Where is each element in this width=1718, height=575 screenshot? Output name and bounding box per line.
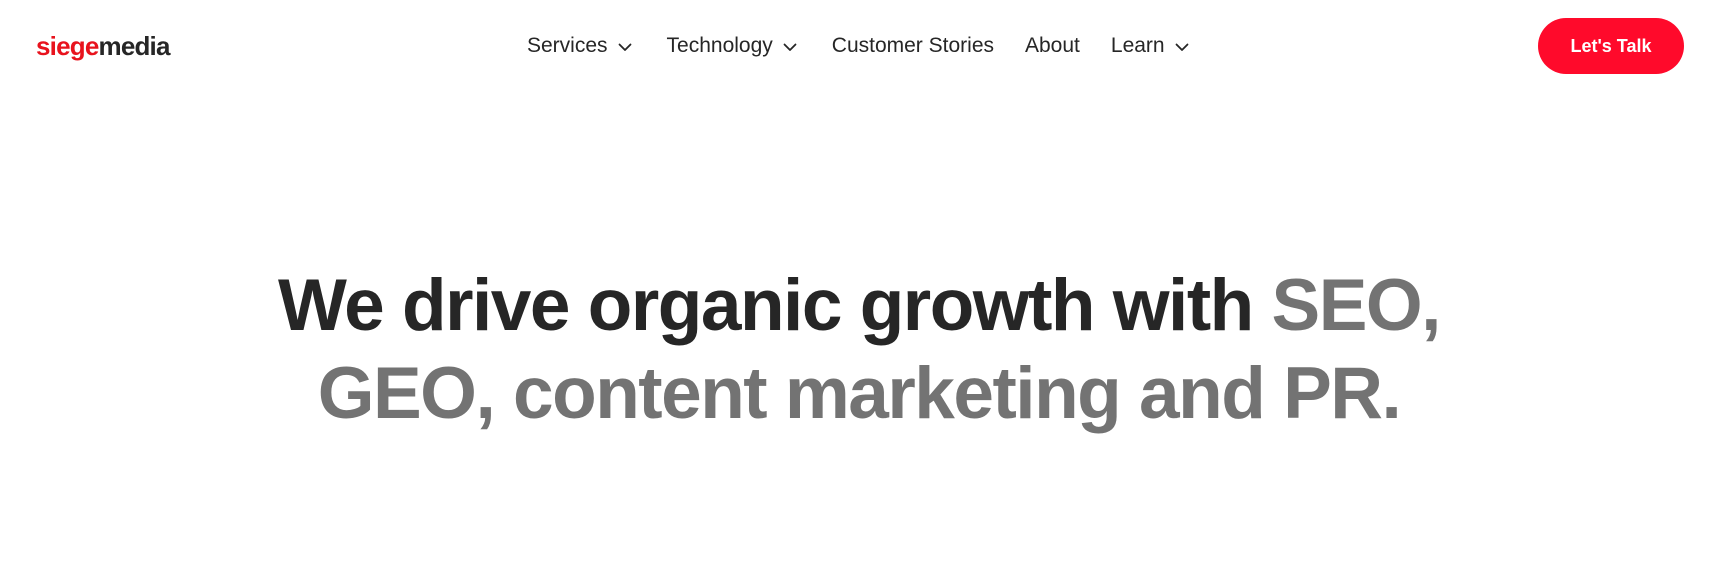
nav-item-learn[interactable]: Learn [1111, 30, 1190, 62]
hero-line-2: GEO, content marketing and PR. [317, 353, 1402, 434]
hero-line-1: We drive organic growth with SEO, [0, 262, 1718, 350]
logo[interactable]: siegemedia [36, 30, 170, 62]
logo-part-a: siege [36, 31, 99, 61]
hero-text-dark: We drive organic growth with [278, 265, 1272, 346]
chevron-down-icon [617, 39, 633, 55]
nav-item-label: Services [527, 34, 608, 57]
site-header: siegemedia Services Technology Customer … [0, 0, 1718, 92]
nav-item-label: Customer Stories [831, 34, 994, 57]
hero-headline: We drive organic growth with SEO, GEO, c… [0, 262, 1718, 438]
nav-item-about[interactable]: About [1025, 30, 1080, 62]
hero-text-muted: SEO, [1271, 265, 1442, 346]
chevron-down-icon [1174, 39, 1190, 55]
nav-item-label: Technology [666, 34, 773, 57]
main-nav: Services Technology Customer Stories Abo… [527, 30, 1190, 62]
nav-item-technology[interactable]: Technology [667, 30, 798, 62]
nav-item-customer-stories[interactable]: Customer Stories [832, 30, 994, 62]
lets-talk-button[interactable]: Let's Talk [1538, 18, 1684, 74]
nav-item-label: About [1025, 34, 1080, 57]
logo-part-b: media [98, 31, 171, 61]
nav-item-services[interactable]: Services [527, 30, 633, 62]
chevron-down-icon [782, 39, 798, 55]
page: siegemedia Services Technology Customer … [0, 0, 1718, 575]
nav-item-label: Learn [1110, 34, 1165, 57]
